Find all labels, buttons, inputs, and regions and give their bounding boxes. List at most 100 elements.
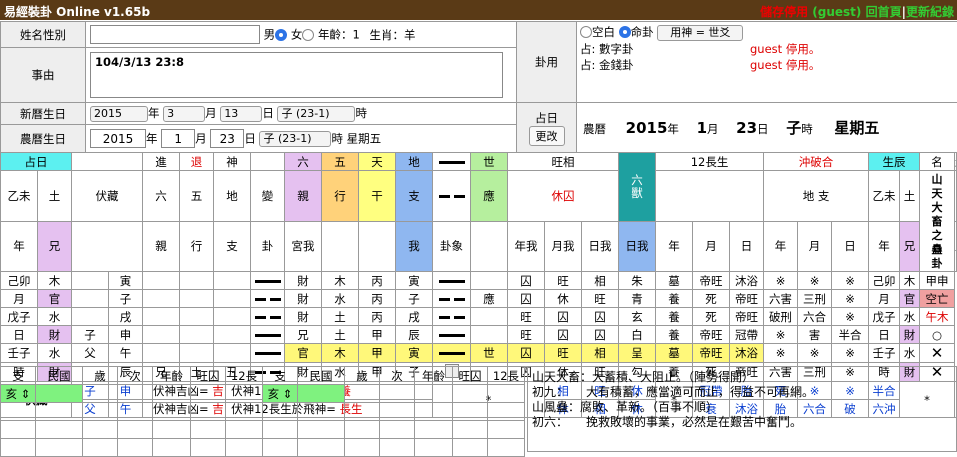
nl-year-unit: 年 <box>667 122 679 136</box>
empty-label: 空白 <box>592 25 615 39</box>
cell: 水 <box>37 343 72 363</box>
cell: 帝旺 <box>728 307 765 326</box>
solar-label: 新曆生日 <box>0 102 86 125</box>
gua-radio[interactable] <box>618 26 631 38</box>
cell <box>213 271 251 290</box>
yao-row: 戊子水戌財土丙戌旺囚囚玄養死帝旺 破刑 六合 ※ 戊子水午木 <box>0 307 957 326</box>
bottom-col-header: 民國 <box>297 366 345 385</box>
cell <box>470 307 508 326</box>
main-grid: 占日 進退神 六五天地 世 旺相 六獸 12長生 沖破合 生辰 名卦宮 乙未土 … <box>0 152 957 418</box>
hour-unit: 時 <box>355 106 367 121</box>
male-radio[interactable] <box>275 28 288 41</box>
day-unit: 日 <box>262 106 274 121</box>
r-ri: 日 <box>728 220 765 272</box>
zhi-select-1[interactable]: 亥 ⇕ <box>0 384 36 403</box>
changsheng-header: 12長生 <box>654 152 765 171</box>
nl-week: 星期五 <box>834 119 880 137</box>
cell: 死 <box>692 307 730 326</box>
cell <box>213 343 251 363</box>
gua-image-icon <box>432 307 471 326</box>
cell <box>179 307 214 326</box>
cell: 財 <box>284 307 322 326</box>
gua-image-icon <box>432 325 471 344</box>
r-xiong: 兄 <box>37 220 72 272</box>
yao-row: 己卯木寅財木丙寅囚旺相朱墓帝旺 沐浴 ※ ※ ※ 己卯木甲申 <box>0 271 957 290</box>
cell: 應 <box>470 289 508 308</box>
cell <box>179 271 214 290</box>
cell: 己卯 <box>0 271 38 290</box>
h-zhi: 支 <box>395 170 433 222</box>
gua-opt-label: 命卦 <box>630 25 654 39</box>
wangxiang-header: 旺相 <box>507 152 619 171</box>
cell: 父 <box>71 343 109 363</box>
zhi-select-2[interactable]: 亥 ⇕ <box>262 384 298 403</box>
lunar-day-input[interactable] <box>210 129 245 148</box>
cell: 水 <box>321 289 359 308</box>
cell: 壬子 <box>0 343 38 363</box>
cell: 寅 <box>395 271 433 290</box>
cell <box>71 307 109 326</box>
cell: 冠帶 <box>728 325 765 344</box>
year-unit: 年 <box>148 106 160 121</box>
r-xing: 行 <box>179 220 214 272</box>
yao-row: 月官子財水丙子應囚休旺青養死帝旺 六害 三刑 ※ 月官空亡 <box>0 289 957 308</box>
yongshen-select[interactable]: 用神 = 世爻 <box>657 24 744 41</box>
liushou-header: 六獸 <box>618 152 656 222</box>
cell: 壬子 <box>868 343 901 363</box>
cell <box>71 271 109 290</box>
solar-hour-select[interactable]: 子 (23-1) <box>277 105 356 122</box>
day-unit: 日 <box>244 131 256 146</box>
h-bian: 變 <box>250 170 285 222</box>
empty-radio[interactable] <box>580 26 592 38</box>
name-input[interactable] <box>90 25 260 44</box>
lunar-year-input[interactable] <box>90 129 146 148</box>
cell: 沐浴 <box>728 343 765 363</box>
yao-line <box>250 307 285 326</box>
cell: 子 <box>395 289 433 308</box>
cell: 土 <box>321 325 359 344</box>
gua-image-icon <box>432 343 471 363</box>
yao-line <box>250 325 285 344</box>
solar-day-select[interactable]: 13 <box>220 105 263 122</box>
r-b2 <box>321 220 359 272</box>
cell: 墓 <box>655 343 693 363</box>
r-yue: 月 <box>692 220 730 272</box>
cell: 養 <box>655 307 693 326</box>
zhanri-label: 占日 <box>535 110 558 125</box>
cell: 寅 <box>108 271 143 290</box>
cell <box>71 289 109 308</box>
h-di: 地 <box>213 170 251 222</box>
updates-link[interactable]: 更新紀錄 <box>906 5 954 19</box>
tui-header: 退 <box>179 152 214 171</box>
yao-row: 日財子申兄土甲辰旺囚囚白養帝旺 冠帶 ※ 害半合日財 ○ <box>0 325 957 344</box>
cell: 日 <box>868 325 901 344</box>
cell <box>179 343 214 363</box>
h-wu: 五 <box>179 170 214 222</box>
cell <box>142 307 180 326</box>
cell: 官 <box>37 289 72 308</box>
home-link[interactable]: 回首頁 <box>866 5 902 19</box>
h-ying: 應 <box>470 170 508 222</box>
r-nian4: 年 <box>868 220 901 272</box>
cell: 水 <box>899 343 921 363</box>
solar-month-select[interactable]: 3 <box>163 105 206 122</box>
nl-hour: 子 <box>786 119 802 137</box>
month-unit: 月 <box>195 131 207 146</box>
lunar-hour-select[interactable]: 子 (23-1) <box>259 131 332 147</box>
r-b4 <box>470 220 508 272</box>
solar-year-select[interactable]: 2015 <box>90 105 148 122</box>
zhan-coin: 占: 金錢卦 <box>580 57 634 72</box>
bottom-col-header: 年齡 <box>414 366 453 385</box>
bottom-table: 支民國歲次年齡 旺囚 12長支民國歲次年齡 旺囚 12長 亥 ⇕ 亥 ⇕ <box>0 366 525 457</box>
change-button[interactable]: 更改 <box>528 125 565 146</box>
shen-header: 神 <box>213 152 251 171</box>
bottom-col-header: 支 <box>0 366 36 385</box>
cell: 囚 <box>544 307 582 326</box>
female-radio[interactable] <box>302 28 315 41</box>
cell: 寅 <box>395 343 433 363</box>
cell: 木 <box>321 343 359 363</box>
matter-textarea[interactable]: 104/3/13 23:8 <box>90 52 503 98</box>
lunar-month-input[interactable] <box>161 129 196 148</box>
r-gua: 卦 <box>250 220 285 272</box>
explain-line-2: 初九： 大有積蓄，應當適可而止，得益不可再網。 <box>532 385 815 399</box>
